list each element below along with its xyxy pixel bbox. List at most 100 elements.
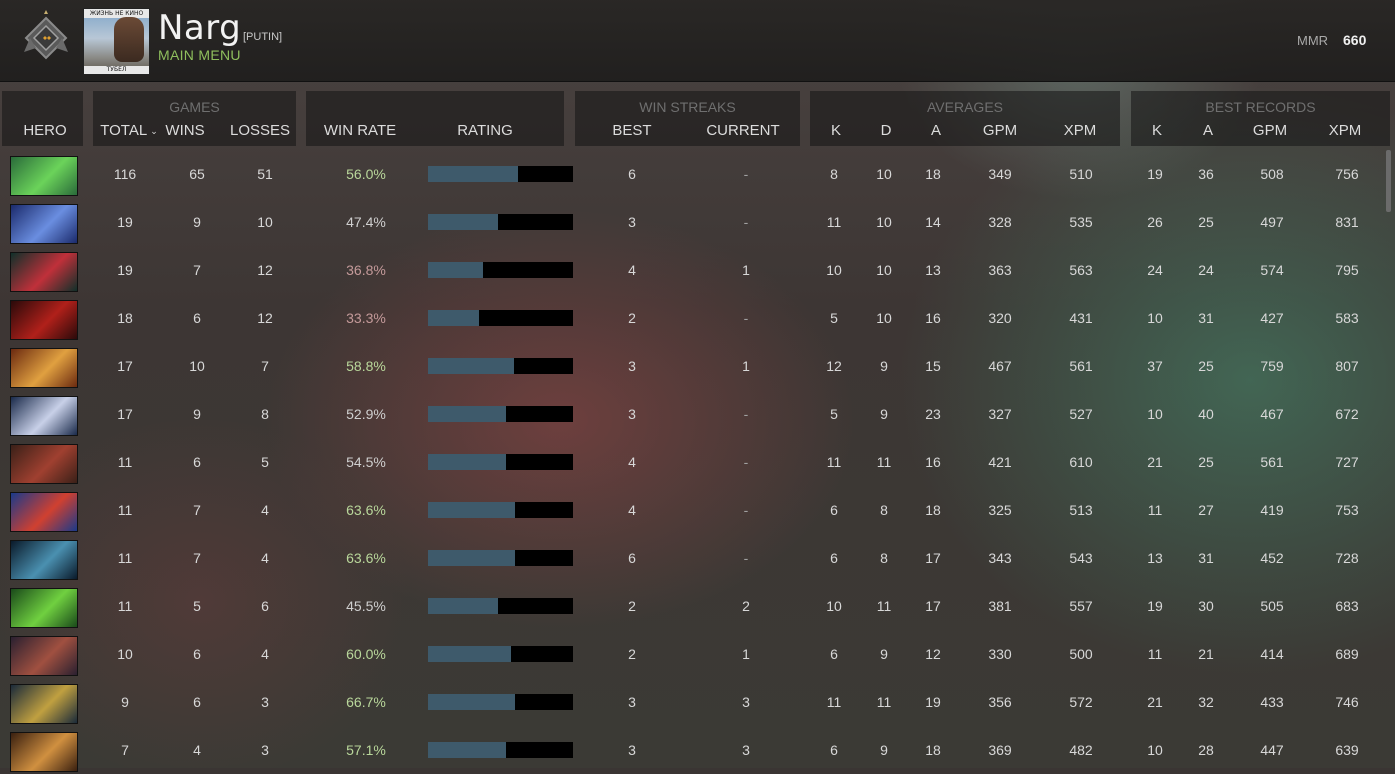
hero-portrait-icon[interactable] xyxy=(10,444,78,484)
col-total[interactable]: TOTAL ⌄ xyxy=(96,122,162,139)
cell-current-streak: - xyxy=(743,454,749,470)
cell-best-gpm: 574 xyxy=(1260,262,1284,278)
cell-best-a: 31 xyxy=(1198,310,1214,326)
cell-best-xpm: 583 xyxy=(1335,310,1359,326)
cell-current-streak: - xyxy=(743,214,749,230)
cell-best-a: 25 xyxy=(1198,358,1214,374)
table-row[interactable]: 7 4 3 57.1% 3 3 6 9 18 369 482 10 28 447 639 xyxy=(0,726,1395,774)
cell-current-streak: 3 xyxy=(742,742,750,758)
cell-current-streak: 2 xyxy=(742,598,750,614)
table-row[interactable]: 9 6 3 66.7% 3 3 11 11 19 356 572 21 32 433 746 xyxy=(0,678,1395,726)
cell-best-gpm: 427 xyxy=(1260,310,1284,326)
table-row[interactable]: 116 65 51 56.0% 6-8 10 18 349 510 19 36 508 756 xyxy=(0,150,1395,198)
cell-best-streak: 4 xyxy=(628,454,636,470)
col-losses[interactable]: LOSSES xyxy=(228,122,292,139)
table-row[interactable]: 19 9 10 47.4% 3-11 10 14 328 535 26 25 497 831 xyxy=(0,198,1395,246)
cell-current-streak: 1 xyxy=(742,646,750,662)
table-row[interactable]: 19 7 12 36.8% 4 1 10 10 13 363 563 24 24 574 795 xyxy=(0,246,1395,294)
cell-best-a: 25 xyxy=(1198,454,1214,470)
cell-best-xpm: 639 xyxy=(1335,742,1359,758)
col-current-streak[interactable]: CURRENT xyxy=(702,122,784,139)
cell-total: 11 xyxy=(117,454,133,470)
hero-portrait-icon[interactable] xyxy=(10,732,78,772)
cell-wins: 10 xyxy=(189,358,205,374)
cell-best-xpm: 672 xyxy=(1335,406,1359,422)
col-avg-k[interactable]: K xyxy=(826,122,846,139)
cell-wins: 5 xyxy=(193,598,201,614)
col-best-k[interactable]: K xyxy=(1147,122,1167,139)
hero-portrait-icon[interactable] xyxy=(10,684,78,724)
col-avg-d[interactable]: D xyxy=(876,122,896,139)
table-row[interactable]: 11 7 4 63.6% 6-6 8 17 343 543 13 31 452 728 xyxy=(0,534,1395,582)
rating-bar-fill xyxy=(428,358,514,374)
cell-total: 11 xyxy=(117,550,133,566)
cell-losses: 3 xyxy=(261,742,269,758)
cell-total: 19 xyxy=(117,214,133,230)
cell-best-gpm: 505 xyxy=(1260,598,1284,614)
cell-current-streak: - xyxy=(743,550,749,566)
col-best-a[interactable]: A xyxy=(1198,122,1218,139)
hero-portrait-icon[interactable] xyxy=(10,396,78,436)
cell-avg-a: 16 xyxy=(925,310,941,326)
cell-wins: 7 xyxy=(193,502,201,518)
cell-current-streak: - xyxy=(743,406,749,422)
hero-portrait-icon[interactable] xyxy=(10,156,78,196)
col-wins[interactable]: WINS xyxy=(160,122,210,139)
hero-portrait-icon[interactable] xyxy=(10,492,78,532)
cell-avg-gpm: 369 xyxy=(988,742,1012,758)
rating-bar xyxy=(428,550,573,566)
table-row[interactable]: 17 9 8 52.9% 3-5 9 23 327 527 10 40 467 672 xyxy=(0,390,1395,438)
cell-losses: 7 xyxy=(261,358,269,374)
cell-best-gpm: 452 xyxy=(1260,550,1284,566)
rating-bar xyxy=(428,646,573,662)
col-best-xpm[interactable]: XPM xyxy=(1325,122,1365,139)
rating-bar xyxy=(428,742,573,758)
hero-portrait-icon[interactable] xyxy=(10,204,78,244)
rating-bar-fill xyxy=(428,454,507,470)
hero-portrait-icon[interactable] xyxy=(10,540,78,580)
cell-win-rate: 47.4% xyxy=(346,214,386,230)
hero-portrait-icon[interactable] xyxy=(10,588,78,628)
cell-avg-xpm: 543 xyxy=(1069,550,1093,566)
table-row[interactable]: 11 7 4 63.6% 4-6 8 18 325 513 11 27 419 753 xyxy=(0,486,1395,534)
avatar-face xyxy=(114,17,144,62)
hero-portrait-icon[interactable] xyxy=(10,348,78,388)
cell-best-streak: 6 xyxy=(628,550,636,566)
cell-avg-a: 17 xyxy=(925,550,941,566)
cell-avg-a: 18 xyxy=(925,166,941,182)
cell-avg-a: 17 xyxy=(925,598,941,614)
cell-total: 11 xyxy=(117,598,133,614)
col-best-gpm[interactable]: GPM xyxy=(1250,122,1290,139)
cell-avg-a: 14 xyxy=(925,214,941,230)
col-rating[interactable]: RATING xyxy=(445,122,525,139)
table-row[interactable]: 18 6 12 33.3% 2-5 10 16 320 431 10 31 427 583 xyxy=(0,294,1395,342)
col-avg-gpm[interactable]: GPM xyxy=(980,122,1020,139)
avatar[interactable]: ЖИЗНЬ НЕ КИНО ТУБЕЛ xyxy=(83,8,150,75)
scrollbar-thumb[interactable] xyxy=(1386,150,1391,212)
cell-best-xpm: 753 xyxy=(1335,502,1359,518)
table-row[interactable]: 11 6 5 54.5% 4-11 11 16 421 610 21 25 561 727 xyxy=(0,438,1395,486)
cell-avg-xpm: 561 xyxy=(1069,358,1093,374)
table-row[interactable]: 11 5 6 45.5% 2 2 10 11 17 381 557 19 30 505 683 xyxy=(0,582,1395,630)
cell-best-a: 25 xyxy=(1198,214,1214,230)
col-win-rate[interactable]: WIN RATE xyxy=(320,122,400,139)
cell-avg-xpm: 482 xyxy=(1069,742,1093,758)
rating-bar-fill xyxy=(428,598,498,614)
cell-best-xpm: 689 xyxy=(1335,646,1359,662)
table-row[interactable]: 10 6 4 60.0% 2 1 6 9 12 330 500 11 21 414 689 xyxy=(0,630,1395,678)
col-hero[interactable]: HERO xyxy=(15,122,75,139)
cell-win-rate: 66.7% xyxy=(346,694,386,710)
cell-wins: 6 xyxy=(193,454,201,470)
cell-avg-gpm: 330 xyxy=(988,646,1012,662)
hero-portrait-icon[interactable] xyxy=(10,252,78,292)
table-row[interactable]: 17 10 7 58.8% 3 1 12 9 15 467 561 37 25 759 807 xyxy=(0,342,1395,390)
main-menu-link[interactable]: MAIN MENU xyxy=(158,47,241,63)
hero-portrait-icon[interactable] xyxy=(10,300,78,340)
col-best-streak[interactable]: BEST xyxy=(602,122,662,139)
hero-portrait-icon[interactable] xyxy=(10,636,78,676)
cell-avg-gpm: 343 xyxy=(988,550,1012,566)
cell-losses: 10 xyxy=(257,214,273,230)
col-avg-xpm[interactable]: XPM xyxy=(1060,122,1100,139)
col-avg-a[interactable]: A xyxy=(926,122,946,139)
cell-best-streak: 3 xyxy=(628,694,636,710)
